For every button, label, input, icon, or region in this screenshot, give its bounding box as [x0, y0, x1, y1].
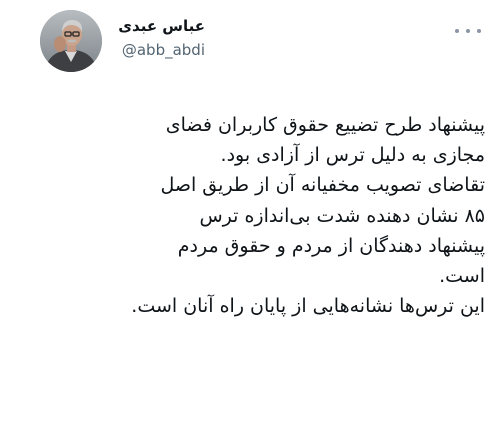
avatar-photo-icon [40, 10, 102, 72]
tweet-card: عباس عبدی @abb_abdi پیشنهاد طرح تضییع حق… [0, 0, 503, 425]
tweet-text-line: مجازی به دلیل ترس از آزادی بود. [220, 144, 485, 167]
tweet-text: پیشنهاد طرح تضییع حقوق کاربران فضای مجاز… [15, 110, 485, 321]
author-info[interactable]: عباس عبدی @abb_abdi [118, 16, 205, 60]
author-display-name[interactable]: عباس عبدی [118, 16, 205, 36]
tweet-text-line: تقاضای تصویب مخفیانه آن از طریق اصل [160, 174, 485, 197]
tweet-header: عباس عبدی @abb_abdi [0, 10, 503, 80]
more-options-icon[interactable] [455, 24, 481, 38]
dot [466, 29, 470, 33]
tweet-text-line: پیشنهاد طرح تضییع حقوق کاربران فضای [165, 114, 485, 136]
dot [455, 29, 459, 33]
tweet-text-line: است. [439, 265, 485, 288]
tweet-text-line: پیشنهاد دهندگان از مردم و حقوق مردم [177, 234, 485, 257]
tweet-text-line: ۸۵ نشان دهنده شدت بی‌اندازه ترس [199, 204, 485, 227]
author-handle[interactable]: @abb_abdi [118, 40, 205, 60]
tweet-text-line: این ترس‌ها نشانه‌هایی از پایان راه آنان … [131, 295, 485, 318]
dot [477, 29, 481, 33]
author-avatar[interactable] [40, 10, 102, 72]
